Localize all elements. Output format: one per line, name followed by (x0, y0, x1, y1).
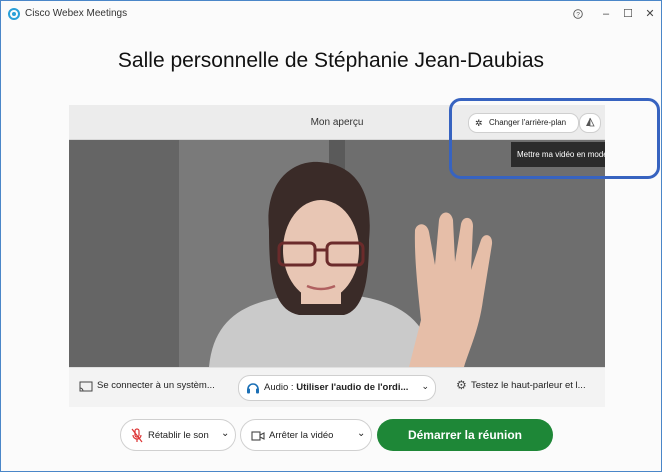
audio-selector[interactable]: Audio : Utiliser l'audio de l'ordi... ⌄ (238, 375, 436, 401)
headset-icon (247, 383, 259, 394)
connect-device-button[interactable]: Se connecter à un systèm... (97, 380, 215, 391)
title-bar: Cisco Webex Meetings ? – ☐ ✕ (1, 1, 661, 27)
audio-value: Utiliser l'audio de l'ordi... (296, 382, 409, 393)
minimize-button[interactable]: – (597, 5, 615, 23)
chevron-down-icon: ⌄ (421, 381, 429, 391)
webex-window: Cisco Webex Meetings ? – ☐ ✕ Salle perso… (0, 0, 662, 472)
chevron-down-icon[interactable]: ⌄ (221, 428, 229, 439)
audio-prefix: Audio : (264, 382, 297, 393)
chevron-down-icon[interactable]: ⌄ (357, 428, 365, 439)
annotation-highlight (449, 98, 660, 179)
svg-text:?: ? (576, 11, 580, 18)
preview-toolbar: Se connecter à un systèm... Audio : Util… (69, 367, 605, 407)
test-speaker-button[interactable]: Testez le haut-parleur et l... (471, 380, 586, 391)
webex-logo-icon (8, 8, 20, 20)
maximize-button[interactable]: ☐ (619, 5, 637, 23)
page-title: Salle personnelle de Stéphanie Jean-Daub… (117, 49, 545, 72)
stop-video-label: Arrêter la vidéo (269, 430, 334, 441)
unmute-label: Rétablir le son (148, 430, 209, 441)
cast-icon (79, 381, 93, 392)
help-icon: ? (573, 9, 583, 19)
close-button[interactable]: ✕ (641, 5, 659, 23)
microphone-muted-icon (131, 428, 143, 443)
video-camera-icon (251, 431, 265, 441)
help-button[interactable]: ? (569, 5, 587, 23)
start-meeting-button[interactable]: Démarrer la réunion (377, 419, 553, 451)
gear-icon: ⚙ (456, 378, 467, 392)
unmute-button[interactable]: Rétablir le son ⌄ (120, 419, 236, 451)
app-title: Cisco Webex Meetings (25, 8, 128, 19)
stop-video-button[interactable]: Arrêter la vidéo ⌄ (240, 419, 372, 451)
